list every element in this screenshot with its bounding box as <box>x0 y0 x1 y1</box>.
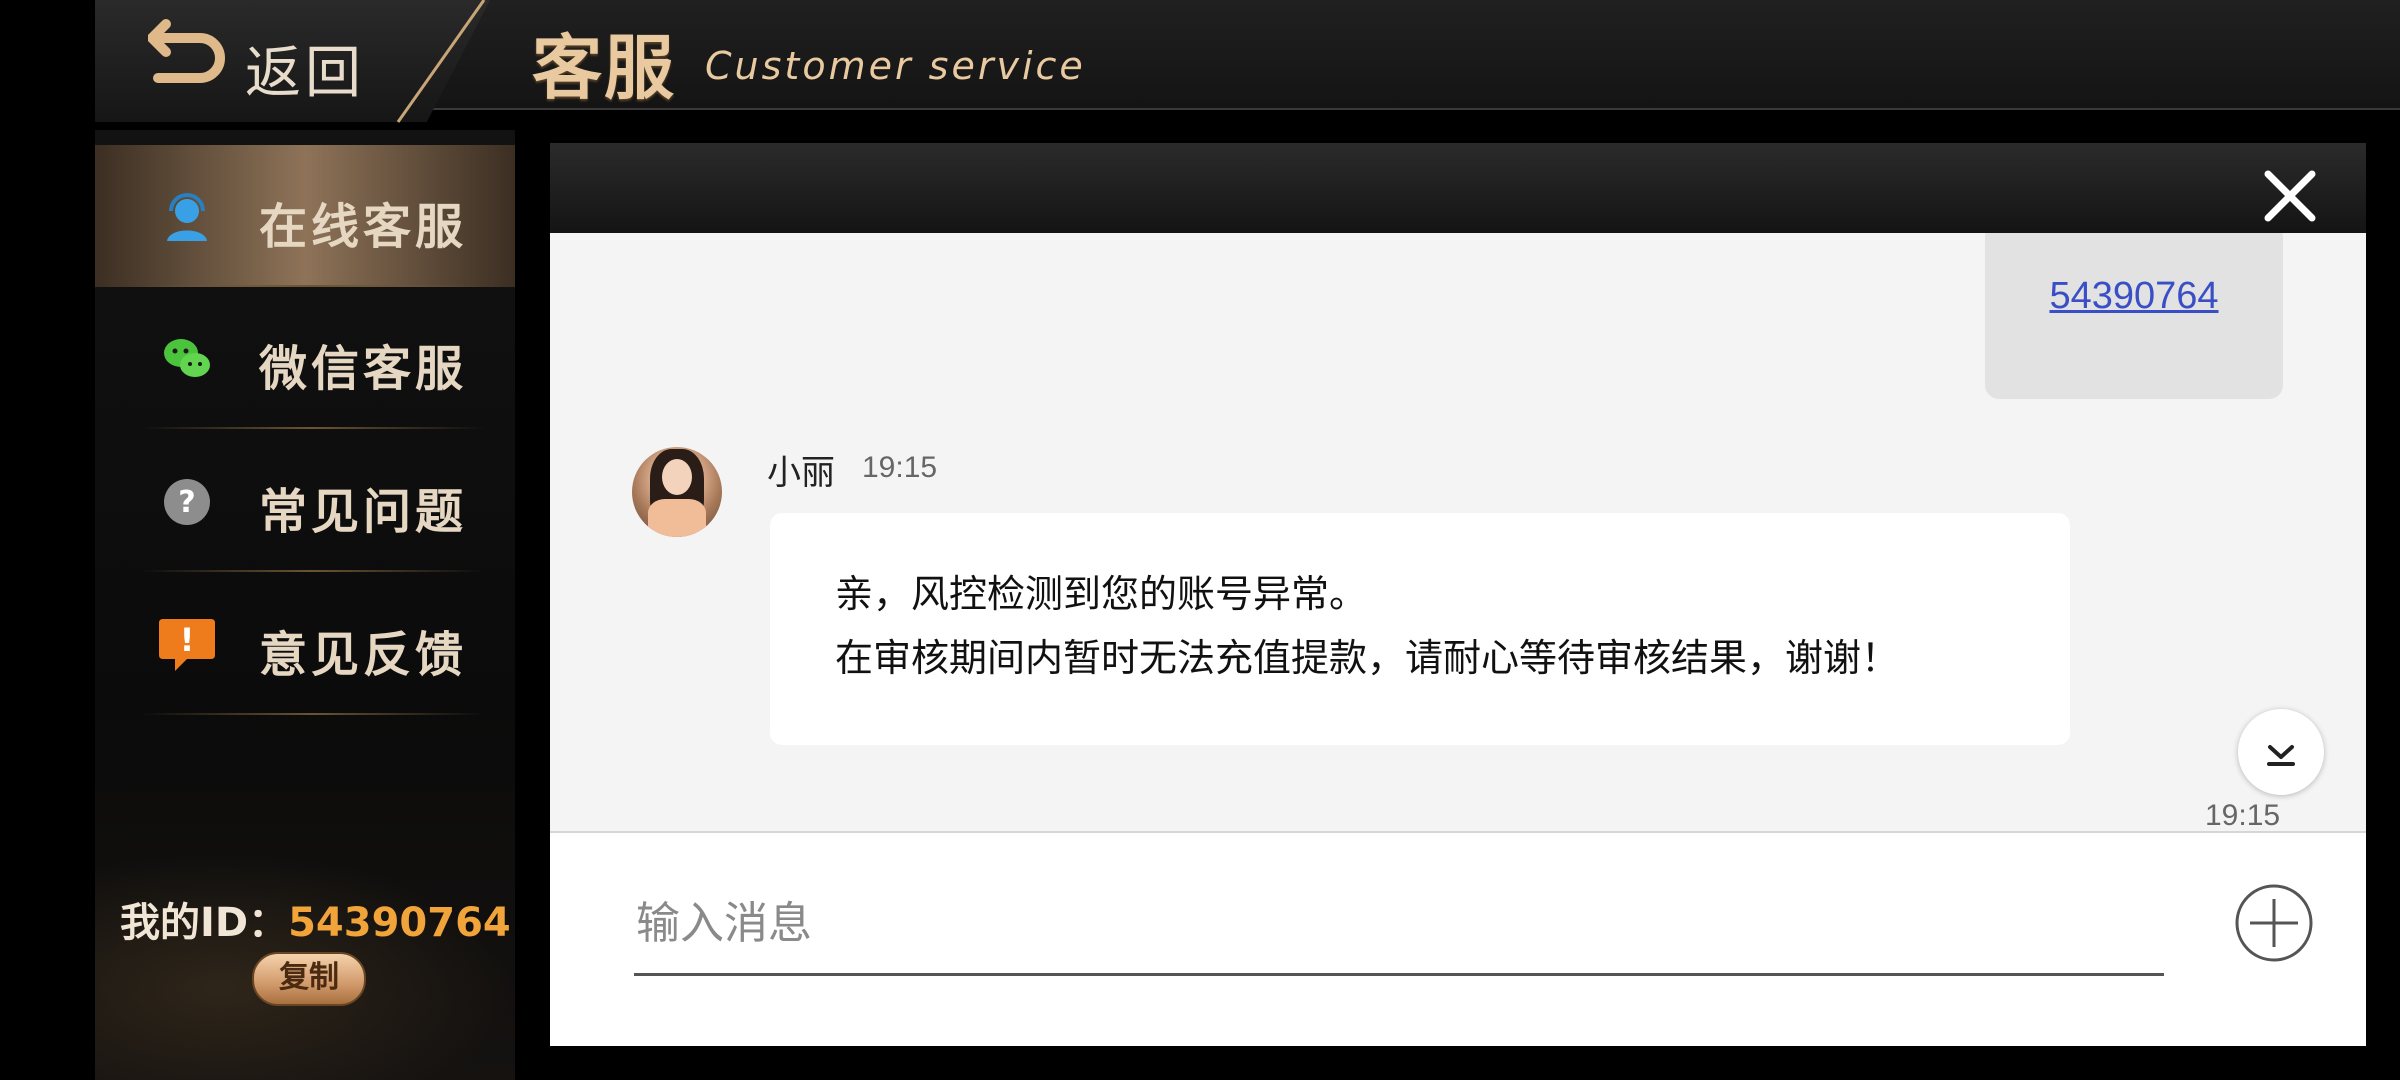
sidebar-item-feedback[interactable]: ! 意见反馈 <box>95 573 515 715</box>
incoming-message-bubble: 亲，风控检测到您的账号异常。 在审核期间内暂时无法充值提款，请耐心等待审核结果，… <box>770 513 2070 745</box>
divider <box>140 427 485 429</box>
chat-header <box>550 143 2366 233</box>
svg-text:!: ! <box>180 621 195 659</box>
feedback-exclamation-icon: ! <box>159 619 215 671</box>
back-button-edge <box>396 0 486 123</box>
copy-id-button[interactable]: 复制 <box>252 952 366 1006</box>
message-timestamp: 19:15 <box>862 451 938 484</box>
sidebar-item-label: 在线客服 <box>259 199 468 255</box>
back-arrow-icon[interactable] <box>148 16 228 94</box>
my-id-label: 我的ID： <box>120 900 289 946</box>
headset-agent-icon <box>167 193 207 241</box>
divider <box>140 713 485 715</box>
scroll-to-bottom-button[interactable] <box>2238 709 2324 795</box>
message-input[interactable] <box>634 873 2164 976</box>
chat-message-list[interactable]: 54390764 小丽 19:15 亲，风控检测到您的账号异常。 在审核期间内暂… <box>550 233 2366 831</box>
message-text-line: 在审核期间内暂时无法充值提款，请耐心等待审核结果，谢谢！ <box>835 636 1900 680</box>
question-icon: ? <box>164 479 210 525</box>
sender-name: 小丽 <box>767 453 835 493</box>
sidebar-item-label: 微信客服 <box>259 341 468 397</box>
page-title: 客服 <box>532 27 676 109</box>
sidebar: 在线客服 微信客服 ? 常见问题 ! 意见反馈 我的ID：54390764 复制 <box>95 130 515 1080</box>
message-composer <box>550 831 2366 1046</box>
page-subtitle: Customer service <box>705 44 1086 88</box>
back-label[interactable]: 返回 <box>245 28 365 109</box>
svg-text:?: ? <box>178 485 195 520</box>
message-timestamp: 19:15 <box>2205 799 2281 831</box>
sidebar-item-wechat-service[interactable]: 微信客服 <box>95 287 515 429</box>
plus-icon[interactable] <box>2234 883 2314 963</box>
avatar[interactable] <box>632 447 722 537</box>
message-text-line: 亲，风控检测到您的账号异常。 <box>835 572 1368 616</box>
chevron-down-icon <box>2267 745 2295 766</box>
outgoing-message-bubble: 54390764 <box>1985 233 2283 399</box>
my-id-value: 54390764 <box>288 900 511 946</box>
sidebar-item-label: 意见反馈 <box>259 627 468 683</box>
divider <box>140 570 485 572</box>
wechat-icon <box>164 339 210 377</box>
sidebar-item-label: 常见问题 <box>259 484 468 540</box>
my-id: 我的ID：54390764 <box>120 890 511 948</box>
sidebar-item-online-service[interactable]: 在线客服 <box>95 145 515 287</box>
sidebar-item-faq[interactable]: ? 常见问题 <box>95 430 515 572</box>
outgoing-message-link[interactable]: 54390764 <box>1985 275 2283 318</box>
close-icon[interactable] <box>2262 168 2318 224</box>
